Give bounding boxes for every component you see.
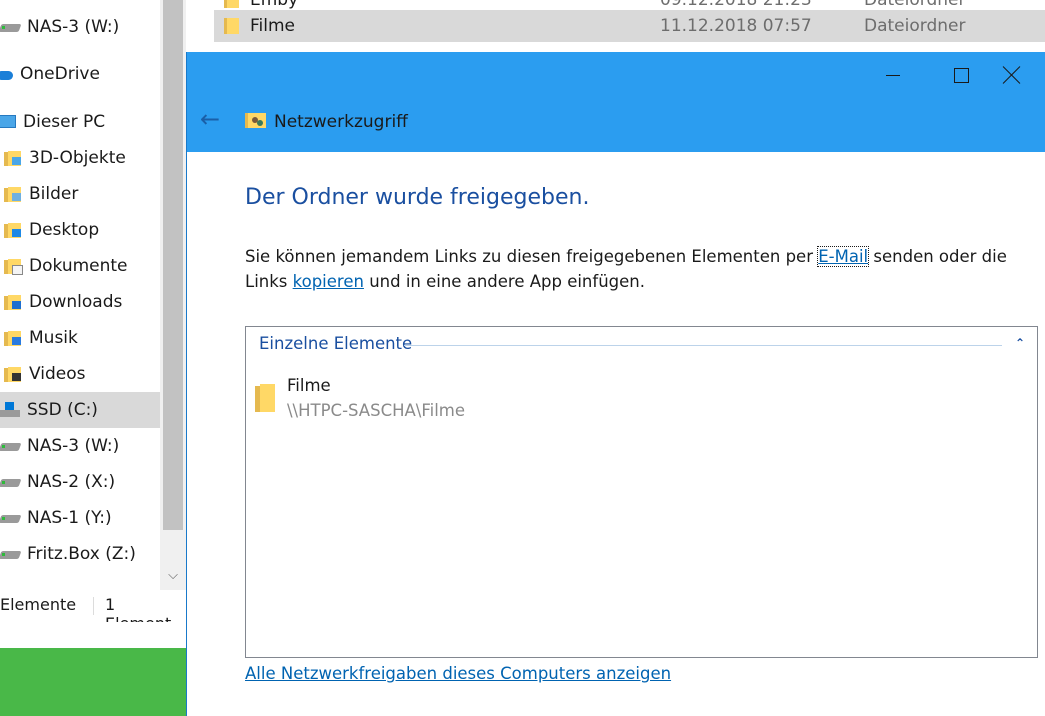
nav-item-onedrive[interactable]: OneDrive [0, 56, 160, 92]
nav-item-ssd-c[interactable]: SSD (C:) [0, 392, 160, 428]
nav-item-pictures[interactable]: Bilder [0, 176, 160, 212]
nav-item-label: NAS-1 (Y:) [27, 508, 112, 528]
share-description: Sie können jemandem Links zu diesen frei… [245, 244, 1035, 294]
group-header[interactable]: Einzelne Elemente ⌃ [246, 331, 1037, 357]
network-share-icon [245, 110, 266, 130]
nav-item-music[interactable]: Musik [0, 320, 160, 356]
folder-pictures-icon [4, 186, 22, 202]
pc-icon [0, 115, 16, 129]
folder-downloads-icon [4, 294, 22, 310]
nav-item-label: NAS-3 (W:) [27, 436, 120, 456]
close-icon [1003, 66, 1021, 84]
nav-item-label: Bilder [29, 184, 79, 204]
dialog-title-bar: ← Netzwerkzugriff [187, 52, 1045, 152]
close-button[interactable] [978, 52, 1045, 98]
file-list: Emby 09.12.2018 21:23 Dateiordner Filme … [186, 0, 1045, 52]
file-type: Dateiordner [864, 0, 966, 10]
chevron-up-icon[interactable]: ⌃ [1011, 334, 1029, 352]
file-row[interactable]: Filme 11.12.2018 07:57 Dateiordner [214, 10, 1045, 42]
nav-item-label: Musik [29, 328, 78, 348]
nav-item-downloads[interactable]: Downloads [0, 284, 160, 320]
nav-item-nas1[interactable]: NAS-1 (Y:) [0, 500, 160, 536]
nav-item-label: OneDrive [20, 64, 100, 84]
drive-icon [0, 21, 20, 33]
back-arrow-icon[interactable]: ← [197, 106, 223, 132]
shared-item-name: Filme [287, 376, 331, 395]
group-title: Einzelne Elemente [259, 334, 413, 353]
network-access-dialog: ← Netzwerkzugriff Der Ordner wurde freig… [186, 52, 1045, 716]
status-item-count: Elemente [0, 595, 77, 614]
email-link[interactable]: E-Mail [817, 246, 870, 267]
file-type: Dateiordner [864, 16, 966, 36]
file-date: 11.12.2018 07:57 [660, 16, 812, 36]
nav-item-3d-objects[interactable]: 3D-Objekte [0, 140, 160, 176]
group-divider [404, 345, 1002, 346]
nav-item-videos[interactable]: Videos [0, 356, 160, 392]
folder-desktop-icon [4, 222, 22, 238]
ssd-drive-icon [0, 402, 20, 418]
nav-item-nas3-top[interactable]: NAS-3 (W:) [0, 9, 160, 45]
nav-item-label: Downloads [29, 292, 123, 312]
status-bar: Elemente 1 Element [0, 590, 186, 633]
nav-item-label: NAS-3 (W:) [27, 17, 120, 37]
nav-item-label: 3D-Objekte [29, 148, 126, 168]
show-all-shares-link[interactable]: Alle Netzwerkfreigaben dieses Computers … [245, 664, 671, 683]
nav-item-documents[interactable]: Dokumente [0, 248, 160, 284]
file-date: 09.12.2018 21:23 [660, 0, 812, 10]
nav-item-label: SSD (C:) [27, 400, 98, 420]
drive-icon [0, 548, 20, 560]
description-text: Sie können jemandem Links zu diesen frei… [245, 247, 819, 266]
copy-link[interactable]: kopieren [293, 272, 364, 291]
drive-icon [0, 440, 20, 452]
folder-documents-icon [4, 258, 23, 275]
nav-item-desktop[interactable]: Desktop [0, 212, 160, 248]
background-green-area [0, 648, 186, 716]
nav-item-label: Videos [29, 364, 86, 384]
file-name: Emby [250, 0, 299, 10]
nav-pane-scrollbar[interactable]: ⌵ [160, 0, 186, 590]
nav-item-label: Desktop [29, 220, 100, 240]
description-text: und in eine andere App einfügen. [363, 272, 645, 291]
shared-item-path: \\HTPC-SASCHA\Filme [287, 401, 466, 420]
scrollbar-thumb[interactable] [163, 0, 183, 530]
drive-icon [0, 476, 20, 488]
drive-icon [0, 512, 20, 524]
navigation-pane: NAS-3 (W:) OneDrive Dieser PC 3D-Objekte… [0, 0, 160, 590]
nav-item-label: Fritz.Box (Z:) [27, 544, 136, 564]
folder-3d-icon [4, 150, 22, 166]
onedrive-icon [0, 68, 13, 80]
explorer-bottom-edge [0, 622, 186, 648]
folder-icon [224, 0, 239, 8]
folder-icon [224, 18, 239, 34]
nav-item-this-pc[interactable]: Dieser PC [0, 104, 160, 140]
shared-items-list: Einzelne Elemente ⌃ Filme \\HTPC-SASCHA\… [245, 326, 1038, 658]
folder-music-icon [4, 330, 22, 346]
nav-item-label: Dokumente [29, 256, 128, 276]
minimize-icon [886, 74, 900, 76]
nav-item-nas3[interactable]: NAS-3 (W:) [0, 428, 160, 464]
folder-icon [255, 384, 277, 412]
minimize-button[interactable] [859, 52, 927, 98]
nav-item-fritzbox[interactable]: Fritz.Box (Z:) [0, 536, 160, 572]
nav-item-label: Dieser PC [23, 112, 106, 132]
maximize-icon [953, 67, 969, 83]
status-divider [93, 597, 94, 615]
folder-videos-icon [4, 366, 22, 382]
list-item[interactable]: Filme \\HTPC-SASCHA\Filme [255, 373, 655, 423]
file-name: Filme [250, 16, 296, 36]
dialog-title: Netzwerkzugriff [274, 112, 408, 132]
scroll-down-chevron-icon[interactable]: ⌵ [160, 560, 186, 590]
nav-item-nas2[interactable]: NAS-2 (X:) [0, 464, 160, 500]
page-title: Der Ordner wurde freigegeben. [245, 185, 590, 210]
nav-item-label: NAS-2 (X:) [27, 472, 116, 492]
